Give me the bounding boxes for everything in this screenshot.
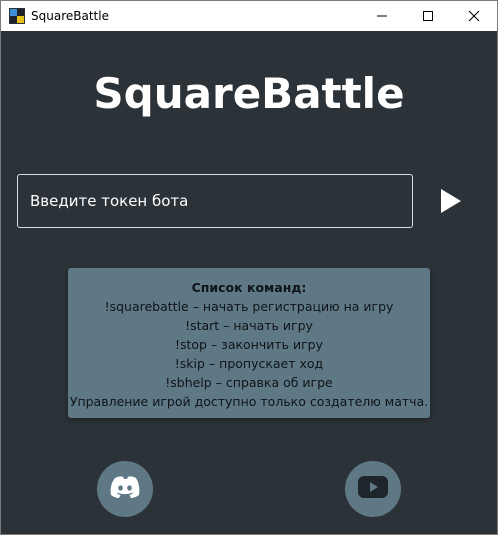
title-bar[interactable]: SquareBattle: [1, 1, 497, 31]
squarebattle-app-icon: [9, 8, 25, 24]
minimize-icon: [376, 7, 388, 26]
minimize-button[interactable]: [359, 1, 405, 31]
help-line: !stop – закончить игру: [174, 337, 324, 352]
discord-button[interactable]: [97, 461, 153, 517]
play-button[interactable]: [433, 183, 469, 223]
youtube-button[interactable]: [345, 461, 401, 517]
help-line: !start – начать игру: [185, 318, 313, 333]
help-line: !skip – пропускает ход: [174, 356, 324, 371]
maximize-icon: [422, 7, 434, 26]
help-title: Список команд:: [191, 280, 307, 295]
main-content: SquareBattle Список команд: !squarebattl…: [1, 31, 497, 534]
app-title: SquareBattle: [93, 69, 405, 118]
discord-icon: [109, 475, 141, 503]
maximize-button[interactable]: [405, 1, 451, 31]
help-line: !squarebattle – начать регистрацию на иг…: [104, 299, 394, 314]
commands-help-panel: Список команд: !squarebattle – начать ре…: [68, 268, 430, 418]
help-line: !sbhelp – справка об игре: [165, 375, 333, 390]
youtube-icon: [358, 476, 388, 502]
app-window: SquareBattle SquareBattle Введите токен …: [0, 0, 498, 535]
play-icon: [440, 188, 462, 218]
window-title: SquareBattle: [31, 9, 109, 23]
close-button[interactable]: [451, 1, 497, 31]
close-icon: [468, 7, 480, 26]
bot-token-input[interactable]: [17, 174, 413, 228]
help-line: Управление игрой доступно только создате…: [69, 394, 429, 409]
